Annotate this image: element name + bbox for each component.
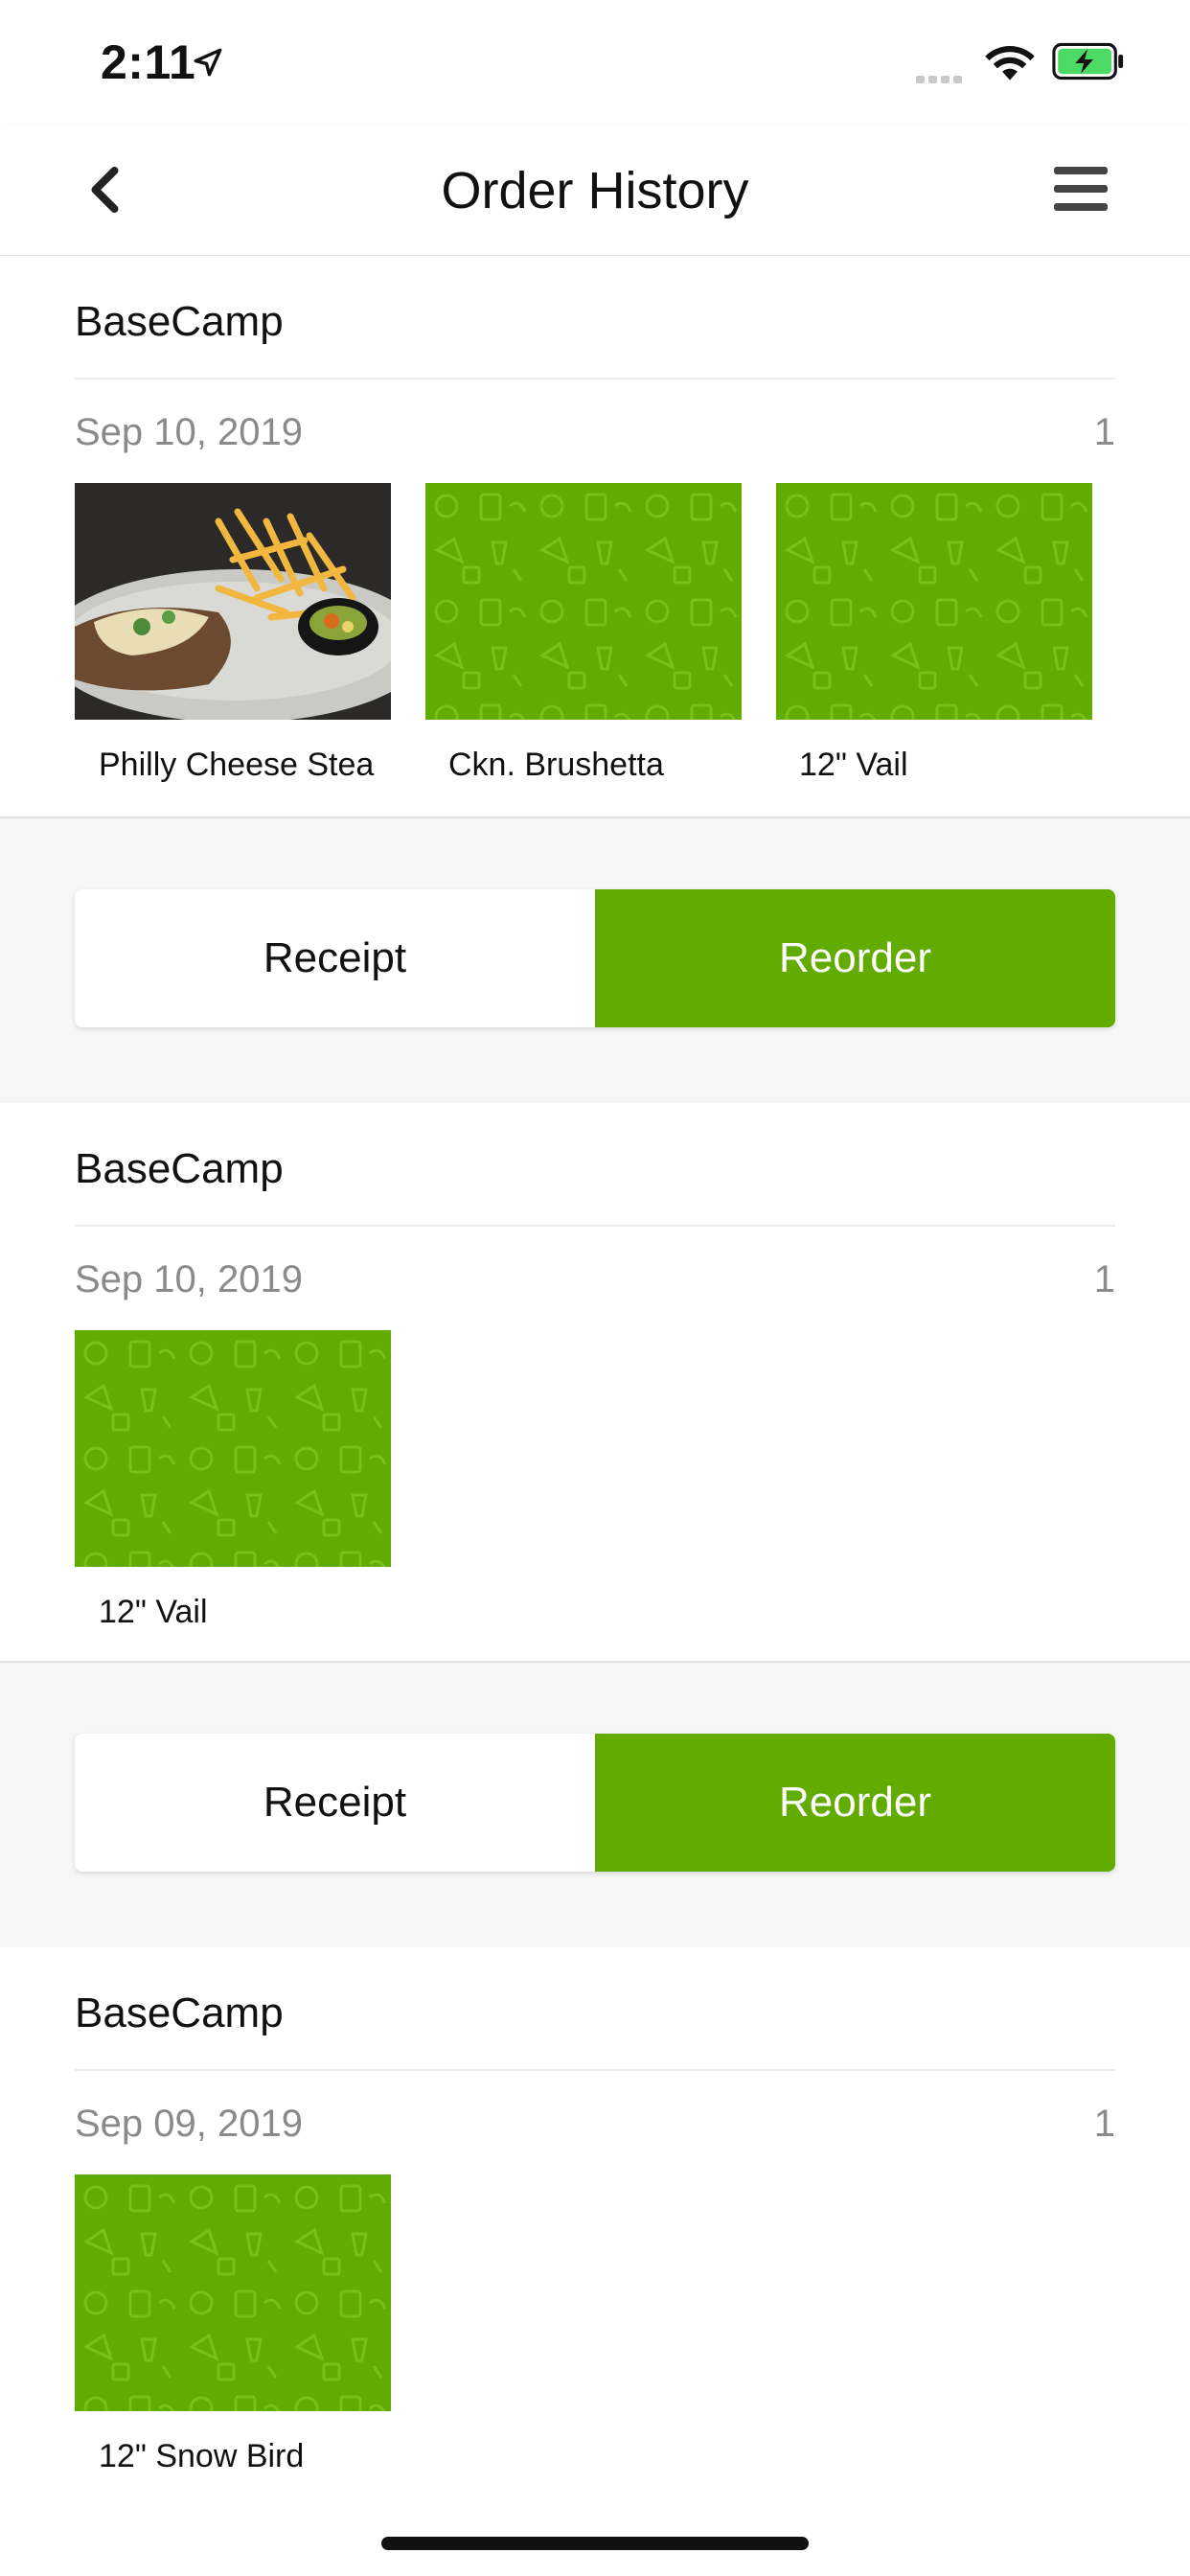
item-label: Philly Cheese Stea — [99, 747, 375, 783]
item-label: 12" Vail — [99, 1594, 208, 1630]
restaurant-name: BaseCamp — [75, 1990, 284, 2036]
order-card: BaseCamp Sep 09, 2019 1 12" Snow Bird — [0, 1947, 1190, 2576]
reorder-button[interactable]: Reorder — [595, 889, 1115, 1027]
page-title: Order History — [441, 162, 749, 219]
divider — [75, 378, 1115, 380]
status-time: 2:11 — [101, 35, 196, 89]
item-placeholder-image[interactable] — [776, 483, 1092, 720]
order-action-buttons: Receipt Reorder — [75, 1734, 1115, 1872]
order-date: Sep 10, 2019 — [75, 411, 303, 453]
restaurant-name: BaseCamp — [75, 298, 284, 345]
item-count: 1 — [1093, 2103, 1115, 2145]
hamburger-menu-icon[interactable] — [1054, 167, 1108, 213]
item-label: Ckn. Brushetta — [448, 747, 664, 783]
item-placeholder-image[interactable] — [75, 2174, 391, 2411]
order-action-buttons: Receipt Reorder — [75, 889, 1115, 1027]
item-count: 1 — [1093, 1258, 1115, 1300]
order-date: Sep 09, 2019 — [75, 2103, 303, 2145]
home-indicator[interactable] — [381, 2537, 809, 2550]
wifi-icon — [985, 46, 1035, 80]
location-arrow-icon — [194, 48, 222, 77]
item-label: 12" Snow Bird — [99, 2438, 305, 2474]
cellular-signal-icon — [916, 71, 970, 83]
item-placeholder-image[interactable] — [425, 483, 742, 720]
status-bar: 2:11 — [0, 0, 1190, 125]
divider — [75, 1225, 1115, 1227]
nav-header: Order History — [0, 125, 1190, 256]
order-card: BaseCamp Sep 10, 2019 1 12" Vail — [0, 1103, 1190, 1664]
item-label: 12" Vail — [799, 747, 908, 783]
item-placeholder-image[interactable] — [75, 1330, 391, 1567]
restaurant-name: BaseCamp — [75, 1145, 284, 1192]
order-date: Sep 10, 2019 — [75, 1258, 303, 1300]
order-actions: Receipt Reorder — [0, 1661, 1190, 1949]
battery-charging-icon — [1052, 42, 1124, 80]
order-card: BaseCamp Sep 10, 2019 1 Philly Cheese St… — [0, 256, 1190, 816]
item-photo-philly-cheese-steak[interactable] — [75, 483, 391, 720]
order-actions: Receipt Reorder — [0, 816, 1190, 1105]
receipt-button[interactable]: Receipt — [75, 1734, 595, 1872]
divider — [75, 2069, 1115, 2071]
reorder-button[interactable]: Reorder — [595, 1734, 1115, 1872]
item-count: 1 — [1093, 411, 1115, 453]
receipt-button[interactable]: Receipt — [75, 889, 595, 1027]
